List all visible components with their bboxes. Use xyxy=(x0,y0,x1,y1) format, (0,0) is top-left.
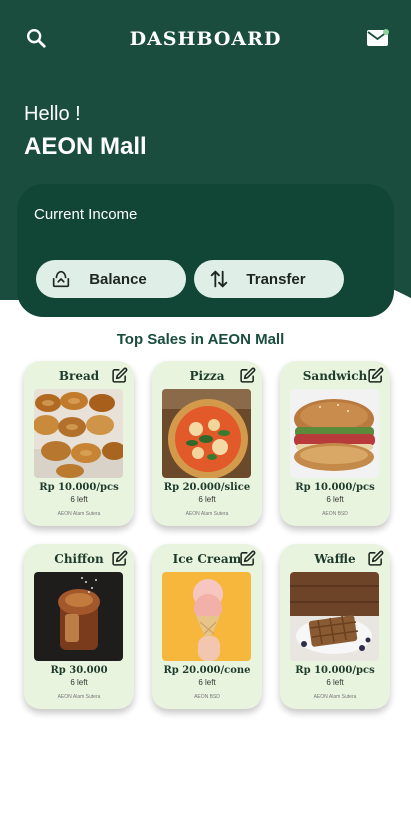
waffle-photo xyxy=(290,572,379,661)
product-card-bread[interactable]: Bread Rp 10.000/pcs 6 left AEON Alam Sut… xyxy=(24,361,134,526)
product-location: AEON Alam Sutera xyxy=(57,511,101,517)
product-card-sandwich[interactable]: Sandwich Rp 10.000/pcs 6 left AEON BSD xyxy=(280,361,390,526)
mail-button[interactable] xyxy=(366,26,390,50)
product-price: Rp 10.000/pcs xyxy=(39,482,119,493)
edit-icon[interactable] xyxy=(239,550,256,567)
product-location: AEON Alam Sutera xyxy=(57,694,101,700)
product-card-pizza[interactable]: Pizza Rp 20.000/slice 6 left AEON Alam S… xyxy=(152,361,262,526)
product-price: Rp 10.000/pcs xyxy=(295,482,375,493)
product-card-chiffon[interactable]: Chiffon Rp 30.000 6 left AEON Alam Suter… xyxy=(24,544,134,709)
edit-icon[interactable] xyxy=(367,367,384,384)
product-location: AEON Alam Sutera xyxy=(185,511,229,517)
product-location: AEON BSD xyxy=(322,511,348,517)
store-name: AEON Mall xyxy=(24,133,147,160)
product-stock: 6 left xyxy=(70,495,88,504)
income-label: Current Income xyxy=(34,206,138,223)
income-card: Current Income Balance Transfer xyxy=(17,184,394,317)
edit-icon[interactable] xyxy=(111,367,128,384)
product-price: Rp 20.000/cone xyxy=(163,665,251,676)
greeting-text: Hello ! xyxy=(24,103,81,125)
page-title: DASHBOARD xyxy=(129,28,282,50)
transfer-label: Transfer xyxy=(246,270,306,288)
product-card-waffle[interactable]: Waffle Rp 10.000/pcs 6 left AEON Alam Su… xyxy=(280,544,390,709)
ice-cream-photo xyxy=(162,572,251,661)
edit-icon[interactable] xyxy=(367,550,384,567)
edit-icon[interactable] xyxy=(239,367,256,384)
product-location: AEON BSD xyxy=(194,694,220,700)
product-stock: 6 left xyxy=(326,495,344,504)
product-card-ice-cream[interactable]: Ice Cream Rp 20.000/cone 6 left AEON BSD xyxy=(152,544,262,709)
section-title: Top Sales in AEON Mall xyxy=(116,331,285,348)
product-stock: 6 left xyxy=(326,678,344,687)
sandwich-photo xyxy=(290,389,379,478)
product-price: Rp 20.000/slice xyxy=(163,482,251,493)
edit-icon[interactable] xyxy=(111,550,128,567)
balance-button[interactable]: Balance xyxy=(36,260,186,298)
product-stock: 6 left xyxy=(198,495,216,504)
notification-dot xyxy=(383,29,389,35)
transfer-button[interactable]: Transfer xyxy=(194,260,344,298)
product-location: AEON Alam Sutera xyxy=(313,694,357,700)
product-price: Rp 10.000/pcs xyxy=(295,665,375,676)
product-stock: 6 left xyxy=(70,678,88,687)
product-price: Rp 30.000 xyxy=(50,665,108,676)
product-stock: 6 left xyxy=(198,678,216,687)
chiffon-photo xyxy=(34,572,123,661)
bread-photo xyxy=(34,389,123,478)
pizza-photo xyxy=(162,389,251,478)
balance-label: Balance xyxy=(89,270,147,288)
